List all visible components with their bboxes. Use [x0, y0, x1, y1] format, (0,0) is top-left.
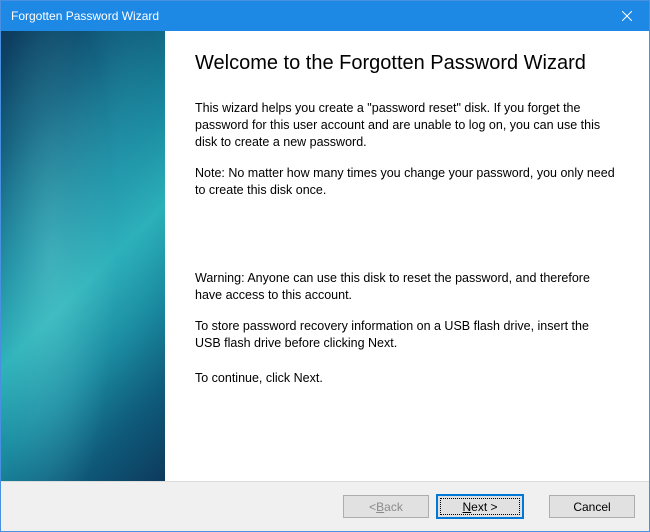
- close-button[interactable]: [604, 1, 649, 31]
- page-heading: Welcome to the Forgotten Password Wizard: [195, 51, 617, 76]
- side-graphic-panel: [1, 31, 165, 481]
- titlebar: Forgotten Password Wizard: [1, 1, 649, 31]
- body-area: Welcome to the Forgotten Password Wizard…: [1, 31, 649, 481]
- back-button: < Back: [343, 495, 429, 518]
- back-mnemonic: B: [376, 500, 384, 514]
- warning-paragraph: Warning: Anyone can use this disk to res…: [195, 270, 617, 304]
- back-rest: ack: [384, 500, 403, 514]
- cancel-button[interactable]: Cancel: [549, 495, 635, 518]
- next-rest: ext >: [471, 500, 497, 514]
- next-mnemonic: N: [462, 500, 471, 514]
- spacer: [195, 212, 617, 270]
- note-paragraph: Note: No matter how many times you chang…: [195, 165, 617, 199]
- intro-paragraph: This wizard helps you create a "password…: [195, 100, 617, 151]
- close-icon: [622, 11, 632, 21]
- back-prefix: <: [369, 500, 376, 514]
- cancel-label: Cancel: [573, 500, 610, 514]
- continue-paragraph: To continue, click Next.: [195, 370, 617, 387]
- usb-paragraph: To store password recovery information o…: [195, 318, 617, 352]
- window-title: Forgotten Password Wizard: [11, 9, 159, 23]
- content-panel: Welcome to the Forgotten Password Wizard…: [165, 31, 649, 481]
- wizard-window: Forgotten Password Wizard Welcome to the…: [0, 0, 650, 532]
- next-button[interactable]: Next >: [437, 495, 523, 518]
- footer-button-bar: < Back Next > Cancel: [1, 481, 649, 531]
